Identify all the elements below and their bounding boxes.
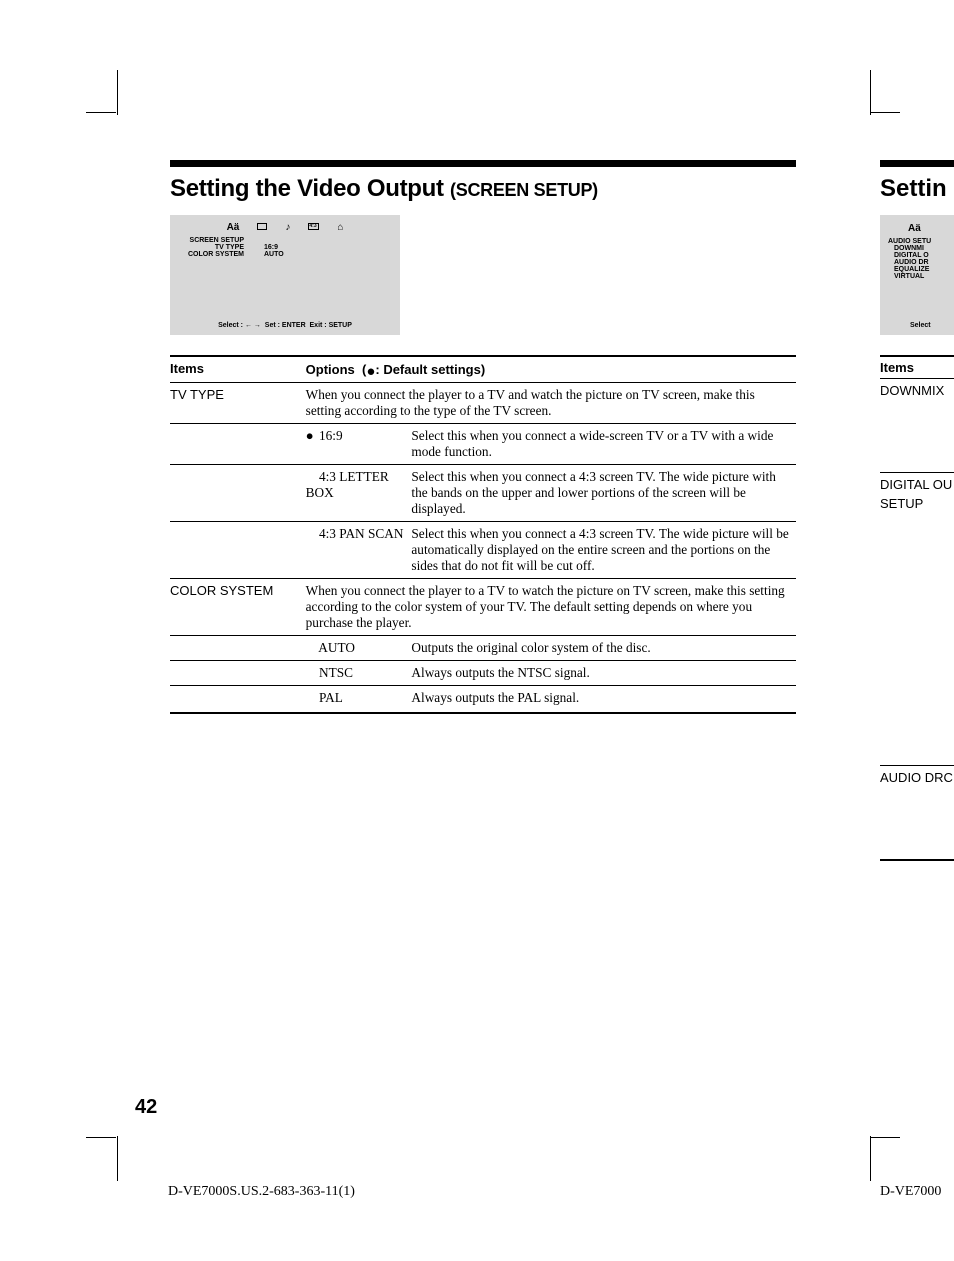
osd-preview: Aä ♪ 4:3 ⌂ SCREEN SETUP TV TYPE16:9 COLO… — [170, 215, 400, 335]
osd-heading: AUDIO SETU — [888, 238, 954, 245]
parental-icon: ⌂ — [337, 223, 343, 233]
crop-mark — [86, 1137, 116, 1138]
title-sub: (SCREEN SETUP) — [450, 180, 598, 200]
heading-bar — [170, 160, 796, 167]
osd-item-value: AUTO — [264, 251, 284, 258]
col-header-options: Options (●: Default settings) — [306, 356, 796, 383]
page-title: Setting the Video Output (SCREEN SETUP) — [170, 175, 796, 203]
option-name: AUTO — [306, 636, 412, 661]
crop-mark — [870, 70, 871, 115]
page-title-partial: Settin — [880, 175, 954, 203]
option-desc: Select this when you connect a wide-scre… — [411, 424, 796, 465]
osd-footer: Select — [910, 322, 931, 329]
crop-mark — [870, 112, 900, 113]
main-content: Setting the Video Output (SCREEN SETUP) … — [170, 160, 796, 714]
option-name: NTSC — [306, 661, 412, 686]
osd-icon-row: Aä — [888, 223, 954, 234]
osd-item: DOWNMI — [888, 245, 954, 252]
item-name: AUDIO DRC — [880, 766, 954, 789]
option-desc: Always outputs the PAL signal. — [411, 686, 796, 714]
item-name: SETUP — [880, 492, 954, 515]
crop-mark — [117, 70, 118, 115]
option-desc: Select this when you connect a 4:3 scree… — [411, 522, 796, 579]
osd-item-value: 16:9 — [264, 244, 278, 251]
default-bullet-icon: ● — [306, 428, 316, 444]
option-name: ● 16:9 — [306, 424, 412, 465]
heading-bar — [880, 160, 954, 167]
osd-menu-lines: SCREEN SETUP TV TYPE16:9 COLOR SYSTEMAUT… — [178, 237, 392, 258]
crop-mark — [870, 1136, 871, 1181]
option-name: 4:3 LETTER BOX — [306, 465, 412, 522]
language-icon: Aä — [227, 223, 240, 233]
option-desc: Select this when you connect a 4:3 scree… — [411, 465, 796, 522]
crop-mark — [86, 112, 116, 113]
title-main: Setting the Video Output — [170, 175, 450, 202]
crop-mark — [870, 1137, 900, 1138]
item-name: COLOR SYSTEM — [170, 579, 306, 636]
osd-preview: Aä AUDIO SETU DOWNMI DIGITAL O AUDIO DR … — [880, 215, 954, 335]
osd-item-label: COLOR SYSTEM — [178, 251, 264, 258]
audio-icon: ♪ — [285, 223, 290, 233]
custom-icon: 4:3 — [308, 223, 319, 230]
osd-item: AUDIO DR — [888, 259, 954, 266]
item-intro: When you connect the player to a TV to w… — [306, 579, 796, 636]
item-name: DOWNMIX — [880, 379, 954, 402]
document-id-partial: D-VE7000 — [880, 1184, 941, 1200]
option-name: PAL — [306, 686, 412, 714]
page-number: 42 — [135, 1096, 157, 1119]
osd-item-label: TV TYPE — [178, 244, 264, 251]
option-desc: Always outputs the NTSC signal. — [411, 661, 796, 686]
osd-heading: SCREEN SETUP — [178, 237, 264, 244]
option-name: 4:3 PAN SCAN — [306, 522, 412, 579]
item-intro: When you connect the player to a TV and … — [306, 383, 796, 424]
item-name: TV TYPE — [170, 383, 306, 424]
screen-icon — [257, 223, 267, 230]
document-id: D-VE7000S.US.2-683-363-11(1) — [168, 1184, 355, 1200]
crop-mark — [117, 1136, 118, 1181]
options-table-partial: Items DOWNMIX DIGITAL OU SETUP AUDIO DRC — [880, 355, 954, 861]
osd-icon-row: Aä ♪ 4:3 ⌂ — [178, 223, 392, 233]
osd-item: VIRTUAL — [888, 273, 954, 280]
options-table: Items Options (●: Default settings) TV T… — [170, 355, 796, 714]
osd-menu-lines: AUDIO SETU DOWNMI DIGITAL O AUDIO DR EQU… — [888, 238, 954, 280]
language-icon: Aä — [908, 223, 921, 234]
osd-item: DIGITAL O — [888, 252, 954, 259]
col-header-items: Items — [170, 356, 306, 383]
next-page-partial: Settin Aä AUDIO SETU DOWNMI DIGITAL O AU… — [880, 160, 954, 861]
osd-footer: Select : ← → Set : ENTER Exit : SETUP — [170, 322, 400, 329]
col-header-items: Items — [880, 355, 954, 379]
option-desc: Outputs the original color system of the… — [411, 636, 796, 661]
osd-item: EQUALIZE — [888, 266, 954, 273]
